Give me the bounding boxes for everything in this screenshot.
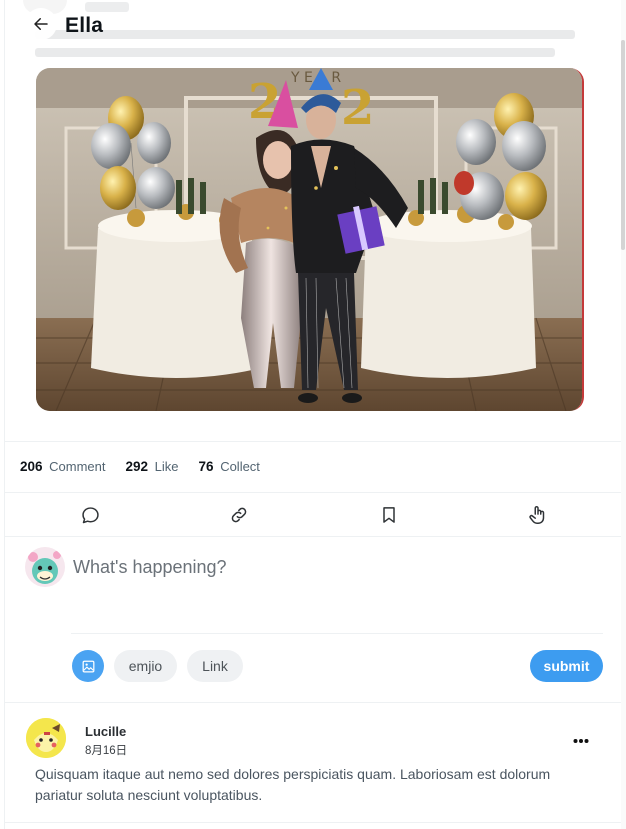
add-image-button[interactable] [72, 650, 104, 682]
comment-icon [81, 506, 99, 523]
comment-button[interactable] [78, 503, 102, 527]
stat-collects[interactable]: 76 Collect [199, 459, 260, 479]
image-icon [82, 660, 94, 672]
bookmark-button[interactable] [377, 503, 401, 527]
more-horizontal-icon [573, 739, 589, 743]
compose-input[interactable]: What's happening? [73, 557, 227, 578]
more-options-button[interactable] [571, 731, 591, 751]
page-header: Ella [5, 0, 623, 54]
link-icon [231, 507, 247, 523]
divider [5, 702, 623, 703]
like-button[interactable] [526, 503, 550, 527]
like-count: 292 [125, 459, 149, 474]
comment-author[interactable]: Lucille [85, 724, 126, 739]
back-button[interactable] [25, 8, 57, 40]
comment-text: Quisquam itaque aut nemo sed dolores per… [35, 766, 551, 803]
link-button[interactable]: Link [187, 650, 243, 682]
page-title: Ella [65, 14, 104, 37]
emoji-button[interactable]: emjio [114, 650, 177, 682]
submit-button[interactable]: submit [530, 650, 603, 682]
svg-text:2: 2 [341, 80, 374, 136]
bookmark-icon [383, 507, 395, 523]
stat-comments[interactable]: 206 Comment [20, 459, 106, 479]
divider [5, 441, 623, 442]
collect-label: Collect [220, 459, 260, 474]
comment-label: Comment [49, 459, 106, 474]
divider [5, 492, 623, 493]
comment-date: 8月16日 [85, 745, 128, 757]
composer-avatar [25, 547, 65, 587]
composer-divider [71, 633, 603, 634]
post-stats: 206 Comment 292 Like 76 Collect [20, 459, 260, 479]
tap-icon [529, 506, 545, 524]
stat-likes[interactable]: 292 Like [126, 459, 179, 479]
scrollbar-thumb[interactable] [621, 40, 625, 250]
post-detail-card: Ella 2 2 Y E R 206 Comment 292 Like 76 C… [4, 0, 624, 829]
post-action-bar [5, 500, 623, 532]
collect-count: 76 [198, 459, 214, 474]
avatar[interactable] [26, 718, 66, 758]
comment-count: 206 [20, 459, 43, 474]
like-label: Like [154, 459, 179, 474]
post-image[interactable]: 2 2 Y E A R [36, 68, 584, 411]
arrow-left-icon [34, 18, 48, 30]
divider [5, 536, 623, 537]
divider [5, 822, 623, 823]
copy-link-button[interactable] [227, 503, 251, 527]
